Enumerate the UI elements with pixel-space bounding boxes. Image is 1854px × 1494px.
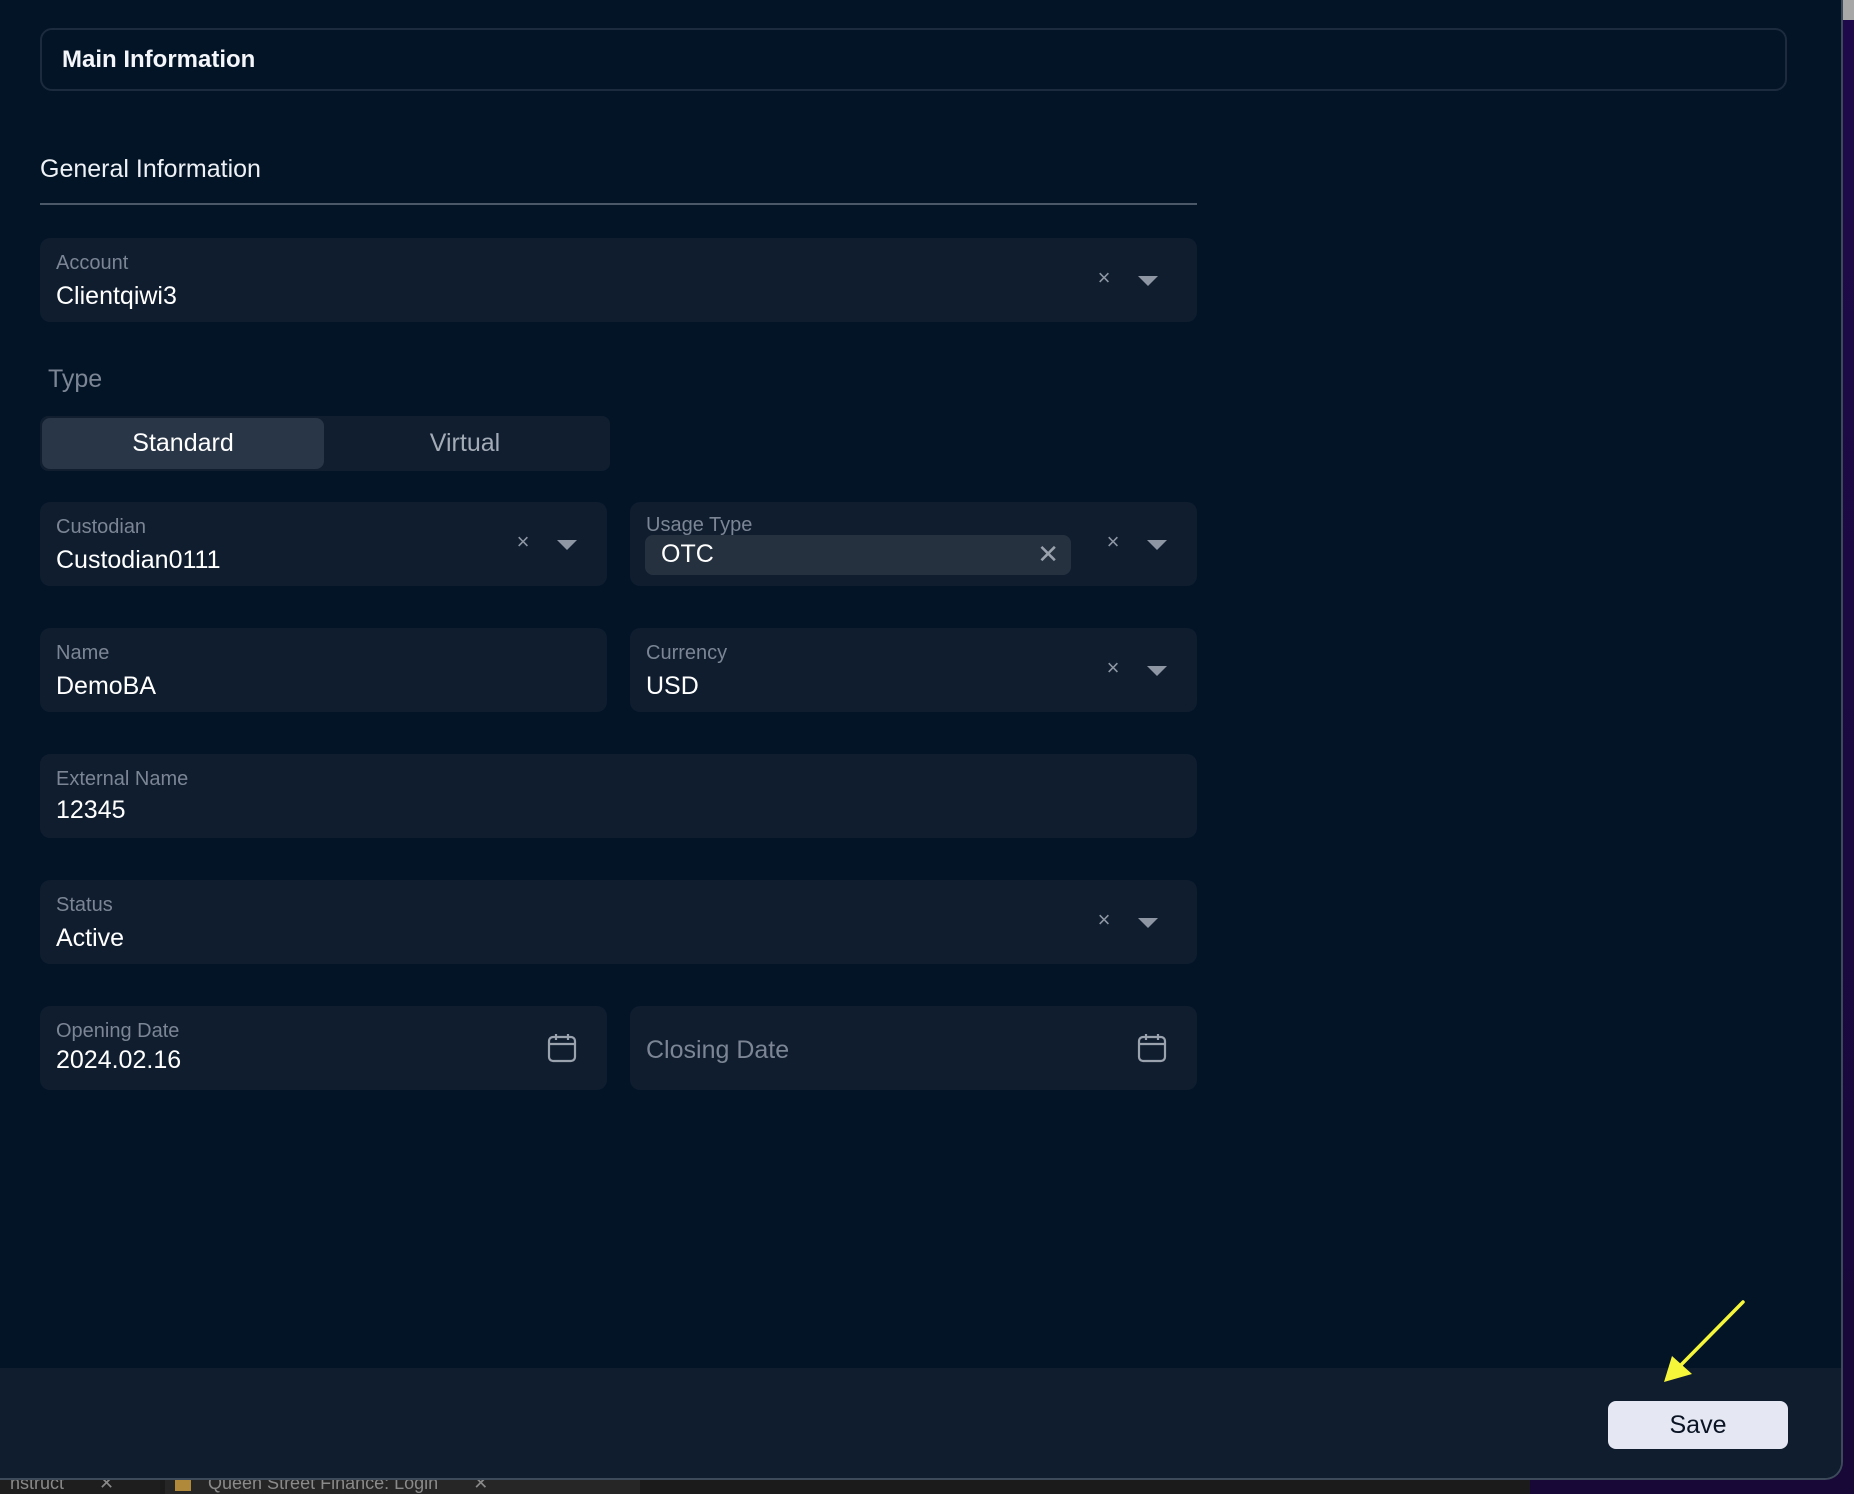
browser-tab[interactable]: nstruct ✕: [0, 1478, 160, 1494]
currency-select[interactable]: Currency USD ×: [630, 628, 1197, 712]
clear-icon[interactable]: ×: [1103, 654, 1123, 682]
usage-type-label: Usage Type: [646, 514, 753, 536]
section-divider: [40, 203, 1197, 205]
usage-type-select[interactable]: Usage Type OTC ✕ ×: [630, 502, 1197, 586]
close-icon[interactable]: ✕: [99, 1478, 114, 1493]
type-option-standard[interactable]: Standard: [42, 418, 324, 469]
chevron-down-icon[interactable]: [1138, 918, 1158, 928]
currency-label: Currency: [646, 642, 728, 664]
browser-tab-bar: nstruct ✕ Queen Street Finance: Login ✕: [0, 1478, 1530, 1494]
app-window: Main Information General Information Acc…: [0, 0, 1843, 1480]
chevron-down-icon[interactable]: [557, 540, 577, 550]
clear-icon[interactable]: ×: [1094, 264, 1114, 292]
type-option-virtual[interactable]: Virtual: [324, 418, 606, 469]
custodian-label: Custodian: [56, 516, 147, 538]
chip-label: OTC: [661, 540, 714, 568]
type-label: Type: [48, 365, 103, 393]
calendar-icon[interactable]: [546, 1032, 578, 1064]
clear-icon[interactable]: ×: [1103, 528, 1123, 556]
status-label: Status: [56, 894, 113, 916]
status-select[interactable]: Status Active ×: [40, 880, 1197, 964]
main-information-header[interactable]: Main Information: [40, 28, 1787, 91]
browser-tab[interactable]: Queen Street Finance: Login ✕: [165, 1478, 640, 1494]
section-title: General Information: [40, 155, 261, 183]
custodian-select[interactable]: Custodian Custodian0111 ×: [40, 502, 607, 586]
opening-date-input[interactable]: Opening Date 2024.02.16: [40, 1006, 607, 1090]
status-value: Active: [56, 924, 125, 952]
chevron-down-icon[interactable]: [1138, 276, 1158, 286]
external-name-value: 12345: [56, 796, 126, 824]
chip-remove-icon[interactable]: ✕: [1037, 539, 1059, 569]
calendar-icon[interactable]: [1136, 1032, 1168, 1064]
clear-icon[interactable]: ×: [1094, 906, 1114, 934]
currency-value: USD: [646, 672, 699, 700]
account-value: Clientqiwi3: [56, 282, 177, 310]
external-name-input[interactable]: External Name 12345: [40, 754, 1197, 838]
name-label: Name: [56, 642, 110, 664]
account-label: Account: [56, 252, 129, 274]
usage-type-chip: OTC ✕: [645, 535, 1071, 575]
closing-date-input[interactable]: Closing Date: [630, 1006, 1197, 1090]
external-name-label: External Name: [56, 768, 189, 790]
form-footer: [0, 1368, 1841, 1478]
browser-tab-label: Queen Street Finance: Login: [208, 1478, 439, 1493]
browser-tab-label: nstruct: [10, 1478, 65, 1493]
desktop-strip: [1843, 0, 1854, 20]
account-select[interactable]: Account Clientqiwi3 ×: [40, 238, 1197, 322]
closing-date-placeholder: Closing Date: [646, 1036, 790, 1064]
opening-date-label: Opening Date: [56, 1020, 180, 1042]
save-button[interactable]: Save: [1608, 1401, 1788, 1449]
opening-date-value: 2024.02.16: [56, 1046, 182, 1074]
name-value: DemoBA: [56, 672, 157, 700]
chevron-down-icon[interactable]: [1147, 666, 1167, 676]
custodian-value: Custodian0111: [56, 546, 221, 574]
close-icon[interactable]: ✕: [473, 1478, 488, 1493]
clear-icon[interactable]: ×: [513, 528, 533, 556]
type-toggle: Standard Virtual: [40, 416, 610, 471]
chevron-down-icon[interactable]: [1147, 540, 1167, 550]
name-input[interactable]: Name DemoBA: [40, 628, 607, 712]
header-title: Main Information: [62, 46, 256, 73]
